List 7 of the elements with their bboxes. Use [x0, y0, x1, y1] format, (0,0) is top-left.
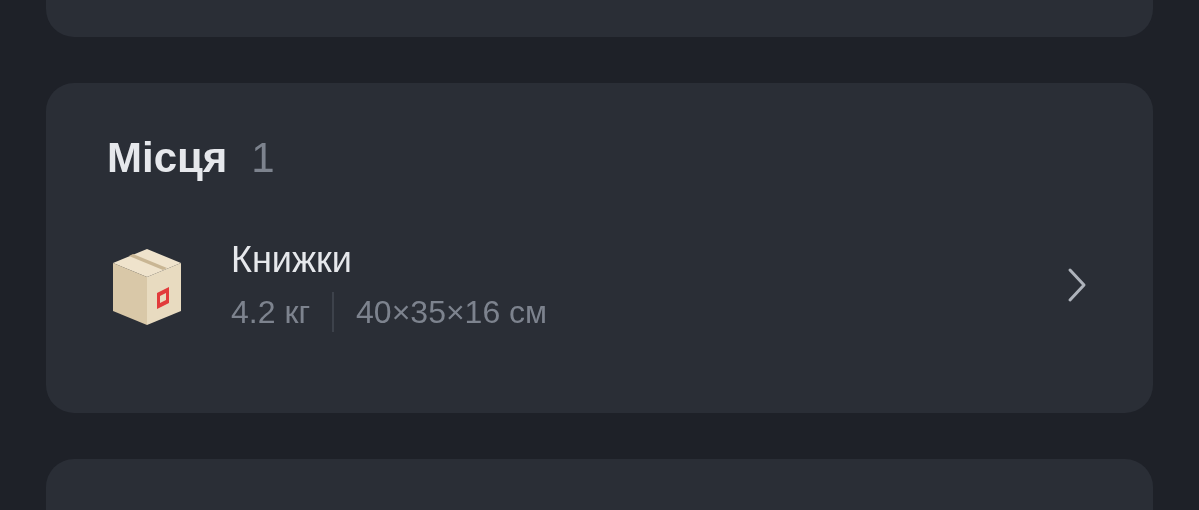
item-weight: 4.2 кг [231, 293, 311, 332]
section-title: Місця [107, 133, 228, 183]
item-dimensions: 40×35×16 см [356, 293, 548, 332]
chevron-right-icon [1067, 267, 1087, 303]
item-name: Книжки [231, 238, 353, 282]
count: 1 [251, 133, 275, 183]
list-item[interactable]: Книжки 4.2 кг 40×35×16 см [107, 235, 1092, 335]
